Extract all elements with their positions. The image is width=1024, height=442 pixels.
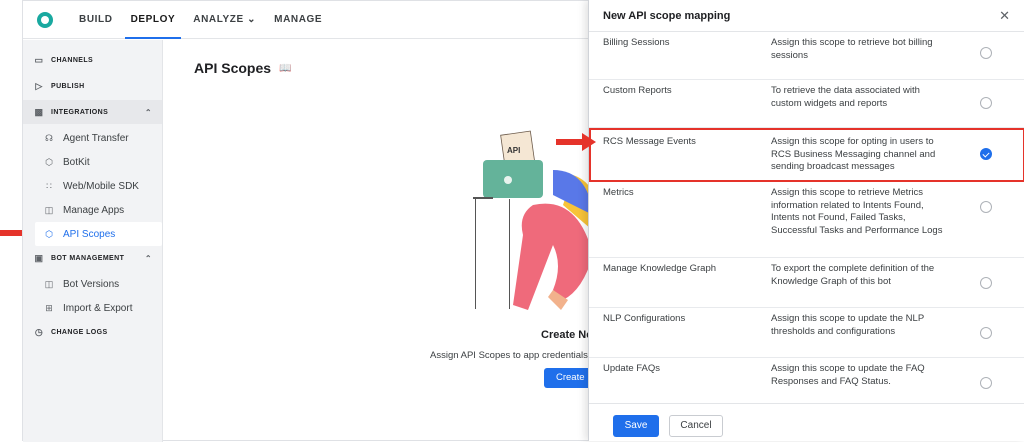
- scope-icon: ⬡: [45, 228, 53, 239]
- sidebar-item-change-logs[interactable]: ◷ CHANGE LOGS: [23, 320, 162, 344]
- empty-state-title: Create Ne: [541, 329, 593, 341]
- scope-row-metrics: Metrics Assign this scope to retrieve Me…: [589, 182, 1024, 258]
- sidebar-item-publish[interactable]: ▷ PUBLISH: [23, 74, 162, 98]
- callout-arrow-right: [556, 133, 596, 151]
- empty-state-illustration: API: [473, 130, 599, 310]
- scope-row-billing-sessions: Billing Sessions Assign this scope to re…: [589, 32, 1024, 80]
- empty-state-subtitle: Assign API Scopes to app credentials: [430, 350, 588, 361]
- sidebar-item-api-scopes[interactable]: ⬡ API Scopes: [35, 222, 162, 246]
- sidebar-item-manage-apps[interactable]: ◫ Manage Apps: [23, 198, 162, 222]
- scope-radio[interactable]: [980, 148, 992, 160]
- chevron-up-icon: ⌃: [144, 107, 152, 117]
- sidebar-item-label: Bot Versions: [63, 278, 120, 290]
- tab-deploy[interactable]: DEPLOY: [124, 1, 182, 39]
- scope-name: NLP Configurations: [603, 313, 686, 324]
- scope-description: To export the complete definition of the…: [771, 263, 935, 287]
- sidebar-item-label: Import & Export: [63, 302, 133, 314]
- scope-description: Assign this scope to retrieve bot billin…: [771, 37, 933, 61]
- scope-row-rcs-message-events: RCS Message Events Assign this scope for…: [589, 128, 1024, 182]
- sidebar-item-label: Agent Transfer: [63, 132, 129, 144]
- scope-row-custom-reports: Custom Reports To retrieve the data asso…: [589, 80, 1024, 128]
- sidebar-item-import-export[interactable]: ⊞ Import & Export: [23, 296, 162, 320]
- scope-name: RCS Message Events: [603, 136, 696, 147]
- modal-title: New API scope mapping: [603, 9, 731, 22]
- app-icon: ◫: [44, 204, 54, 215]
- sidebar-item-label: BotKit: [63, 156, 90, 168]
- sidebar-item-label: Manage Apps: [63, 204, 125, 216]
- scope-name: Metrics: [603, 187, 634, 198]
- scope-description: Assign this scope to update the FAQ Resp…: [771, 363, 925, 387]
- sidebar-item-label: Web/Mobile SDK: [63, 180, 139, 192]
- scope-radio[interactable]: [980, 377, 992, 389]
- sidebar-item-label: API Scopes: [63, 228, 116, 240]
- scope-description: To retrieve the data associated with cus…: [771, 85, 920, 109]
- scope-name: Update FAQs: [603, 363, 661, 374]
- scope-radio[interactable]: [980, 47, 992, 59]
- scope-name: Manage Knowledge Graph: [603, 263, 717, 274]
- sidebar-item-label: CHANNELS: [51, 56, 94, 64]
- publish-icon: ▷: [35, 80, 43, 91]
- headset-icon: ☊: [45, 132, 53, 143]
- tab-manage[interactable]: MANAGE: [268, 1, 328, 39]
- scope-radio[interactable]: [980, 97, 992, 109]
- version-icon: ◫: [44, 278, 54, 289]
- api-scope-modal: New API scope mapping ✕ Billing Sessions…: [588, 0, 1024, 441]
- sidebar: ▭ CHANNELS ▷ PUBLISH ▩ INTEGRATIONS ⌃ ☊ …: [23, 40, 163, 442]
- scope-radio[interactable]: [980, 277, 992, 289]
- sidebar-item-label: CHANGE LOGS: [51, 328, 108, 336]
- close-icon[interactable]: ✕: [999, 8, 1010, 24]
- save-button[interactable]: Save: [613, 415, 659, 437]
- sidebar-item-label: PUBLISH: [51, 82, 85, 90]
- sidebar-group-bot-management[interactable]: ▣ BOT MANAGEMENT ⌃: [23, 246, 162, 270]
- api-tag-text: API: [507, 146, 520, 155]
- scope-radio[interactable]: [980, 327, 992, 339]
- bot-icon: ▣: [34, 252, 44, 263]
- main-content: API Scopes 📖 API Create Ne Assign API Sc…: [163, 40, 604, 442]
- scope-row-manage-knowledge-graph: Manage Knowledge Graph To export the com…: [589, 258, 1024, 308]
- tab-build[interactable]: BUILD: [73, 1, 119, 39]
- sidebar-item-agent-transfer[interactable]: ☊ Agent Transfer: [23, 126, 162, 150]
- modal-footer: Save Cancel: [589, 403, 1024, 441]
- sidebar-item-channels[interactable]: ▭ CHANNELS: [23, 48, 162, 72]
- integrations-icon: ▩: [34, 106, 44, 117]
- cube-icon: ⬡: [45, 156, 53, 167]
- modal-header: New API scope mapping ✕: [589, 0, 1024, 32]
- book-icon[interactable]: 📖: [279, 63, 291, 74]
- scope-description: Assign this scope for opting in users to…: [771, 136, 936, 172]
- channels-icon: ▭: [34, 54, 44, 65]
- page-title: API Scopes 📖: [194, 60, 291, 76]
- scope-radio[interactable]: [980, 201, 992, 213]
- grid-icon: ∷: [46, 180, 52, 191]
- sidebar-group-label: BOT MANAGEMENT: [51, 254, 125, 262]
- scope-name: Billing Sessions: [603, 37, 670, 48]
- scope-row-nlp-configurations: NLP Configurations Assign this scope to …: [589, 308, 1024, 358]
- scope-description: Assign this scope to retrieve Metrics in…: [771, 187, 943, 236]
- sidebar-item-web-mobile-sdk[interactable]: ∷ Web/Mobile SDK: [23, 174, 162, 198]
- import-export-icon: ⊞: [45, 302, 53, 313]
- scope-row-update-faqs: Update FAQs Assign this scope to update …: [589, 358, 1024, 402]
- sidebar-item-botkit[interactable]: ⬡ BotKit: [23, 150, 162, 174]
- chevron-up-icon: ⌃: [144, 253, 152, 263]
- scope-name: Custom Reports: [603, 85, 672, 96]
- sidebar-group-integrations[interactable]: ▩ INTEGRATIONS ⌃: [23, 100, 162, 124]
- page-title-text: API Scopes: [194, 60, 272, 76]
- scope-list: Billing Sessions Assign this scope to re…: [589, 32, 1024, 402]
- tab-analyze[interactable]: ANALYZE ⌄: [187, 1, 262, 39]
- sidebar-item-bot-versions[interactable]: ◫ Bot Versions: [23, 272, 162, 296]
- logo-icon[interactable]: [37, 11, 53, 28]
- scope-description: Assign this scope to update the NLP thre…: [771, 313, 924, 337]
- cancel-button[interactable]: Cancel: [669, 415, 723, 437]
- sidebar-group-label: INTEGRATIONS: [51, 108, 109, 116]
- clock-icon: ◷: [34, 326, 44, 337]
